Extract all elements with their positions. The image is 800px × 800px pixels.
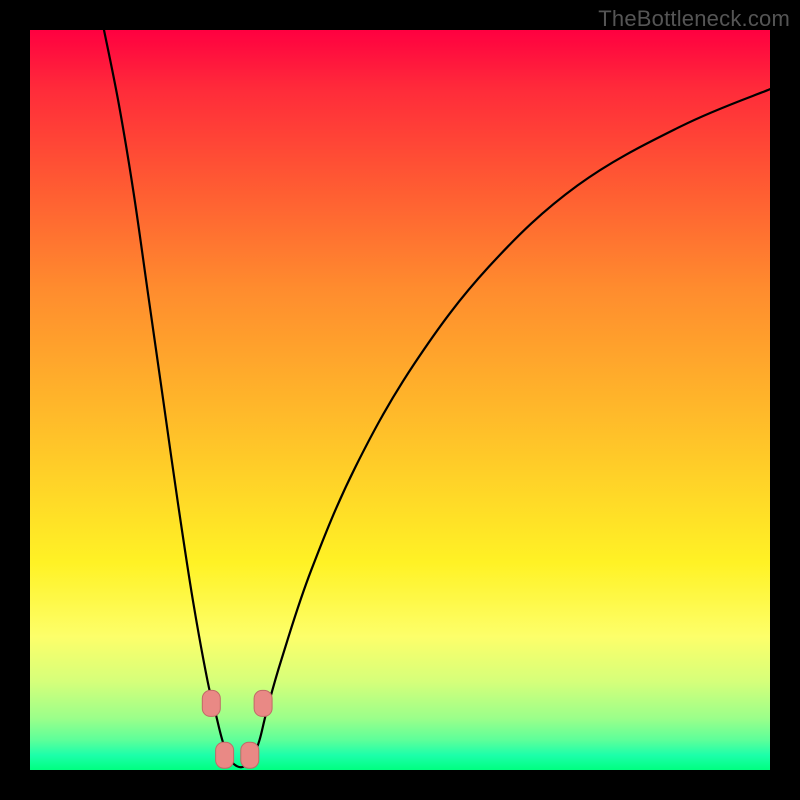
curve-marker xyxy=(216,742,234,768)
chart-frame: TheBottleneck.com xyxy=(0,0,800,800)
curve-marker xyxy=(241,742,259,768)
attribution-label: TheBottleneck.com xyxy=(598,6,790,32)
bottleneck-curve xyxy=(104,30,770,767)
curve-marker xyxy=(202,690,220,716)
plot-area xyxy=(30,30,770,770)
curve-marker xyxy=(254,690,272,716)
chart-svg xyxy=(30,30,770,770)
